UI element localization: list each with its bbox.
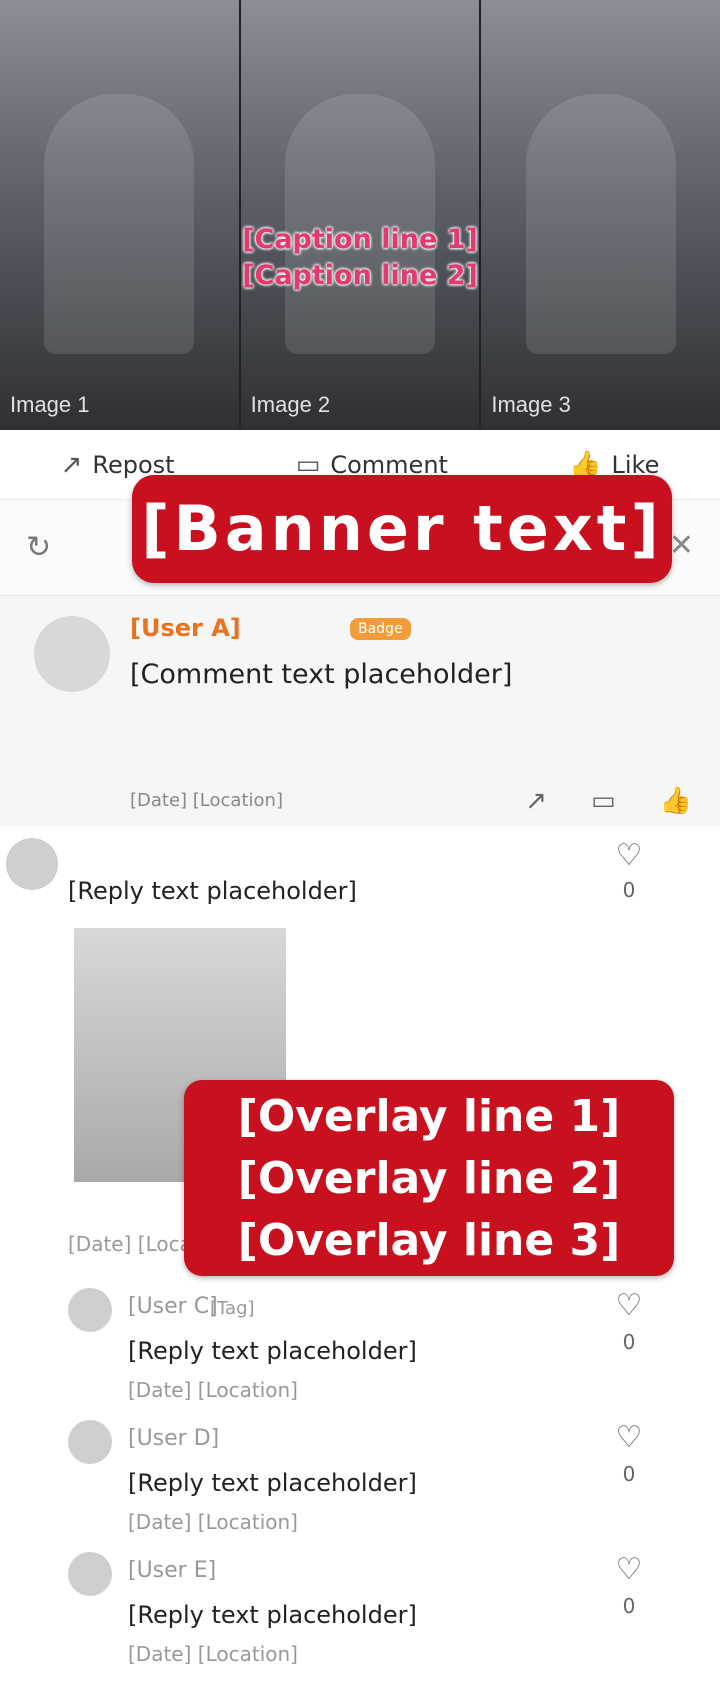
heart-icon[interactable]: ♡: [604, 838, 654, 873]
frame-label: Image 1: [10, 392, 90, 417]
comment-actions: ↗ ▭ 👍: [525, 786, 692, 816]
overlay-textbox: [Overlay line 1] [Overlay line 2] [Overl…: [184, 1080, 674, 1276]
video-frame-3: Image 3: [481, 0, 720, 430]
overlay-line2: [Overlay line 2]: [237, 1153, 621, 1204]
reply-username[interactable]: [User C]: [128, 1294, 218, 1319]
reply-username[interactable]: [User D]: [128, 1426, 219, 1451]
reply-text: [Reply text placeholder]: [128, 1337, 417, 1365]
video-frame-1: Image 1: [0, 0, 241, 430]
reply-text: [Reply text placeholder]: [128, 1469, 417, 1497]
avatar[interactable]: [68, 1288, 112, 1332]
close-icon[interactable]: ✕: [669, 528, 694, 563]
author-tag: [Tag]: [210, 1298, 255, 1319]
comment-meta: [Date] [Location]: [130, 790, 283, 811]
share-icon[interactable]: ↗: [525, 786, 547, 816]
reply-text: [Reply text placeholder]: [68, 877, 357, 905]
frame-label: Image 3: [491, 392, 571, 417]
frame-label: Image 2: [250, 392, 331, 417]
like-count: 0: [622, 1462, 636, 1486]
thumbs-up-icon[interactable]: 👍: [660, 786, 692, 816]
video-frame-2: Image 2: [240, 0, 482, 430]
overlay-line1: [Overlay line 1]: [237, 1091, 621, 1142]
reply-text: [Reply text placeholder]: [128, 1601, 417, 1629]
heart-icon[interactable]: ♡: [604, 1288, 654, 1323]
reply-meta: [Date] [Location]: [128, 1642, 298, 1666]
overlay-banner: [Banner text]: [132, 475, 672, 583]
comment-username[interactable]: [User A]: [130, 614, 241, 642]
video-caption: [Caption line 1] [Caption line 2]: [0, 222, 720, 294]
like-count: 0: [622, 878, 636, 902]
top-comment: [User A] Badge [Comment text placeholder…: [0, 596, 720, 826]
video-caption-line1: [Caption line 1]: [242, 224, 478, 255]
video-strip[interactable]: Image 1 Image 2 Image 3: [0, 0, 720, 430]
reply-meta: [Date] [Location]: [128, 1510, 298, 1534]
avatar[interactable]: [68, 1420, 112, 1464]
overlay-line3: [Overlay line 3]: [237, 1215, 621, 1266]
reply-username[interactable]: [User E]: [128, 1558, 216, 1583]
avatar[interactable]: [68, 1552, 112, 1596]
heart-icon[interactable]: ♡: [604, 1552, 654, 1587]
comment-text: [Comment text placeholder]: [130, 659, 513, 690]
reply-icon[interactable]: ▭: [591, 786, 616, 816]
heart-icon[interactable]: ♡: [604, 1420, 654, 1455]
refresh-icon[interactable]: ↻: [26, 530, 51, 565]
video-caption-line2: [Caption line 2]: [242, 260, 478, 291]
like-count: 0: [622, 1330, 636, 1354]
repost-icon: ↗: [60, 449, 83, 480]
avatar[interactable]: [6, 838, 58, 890]
user-badge: Badge: [350, 618, 411, 640]
like-count: 0: [622, 1594, 636, 1618]
avatar[interactable]: [34, 616, 110, 692]
reply-meta: [Date] [Location]: [128, 1378, 298, 1402]
